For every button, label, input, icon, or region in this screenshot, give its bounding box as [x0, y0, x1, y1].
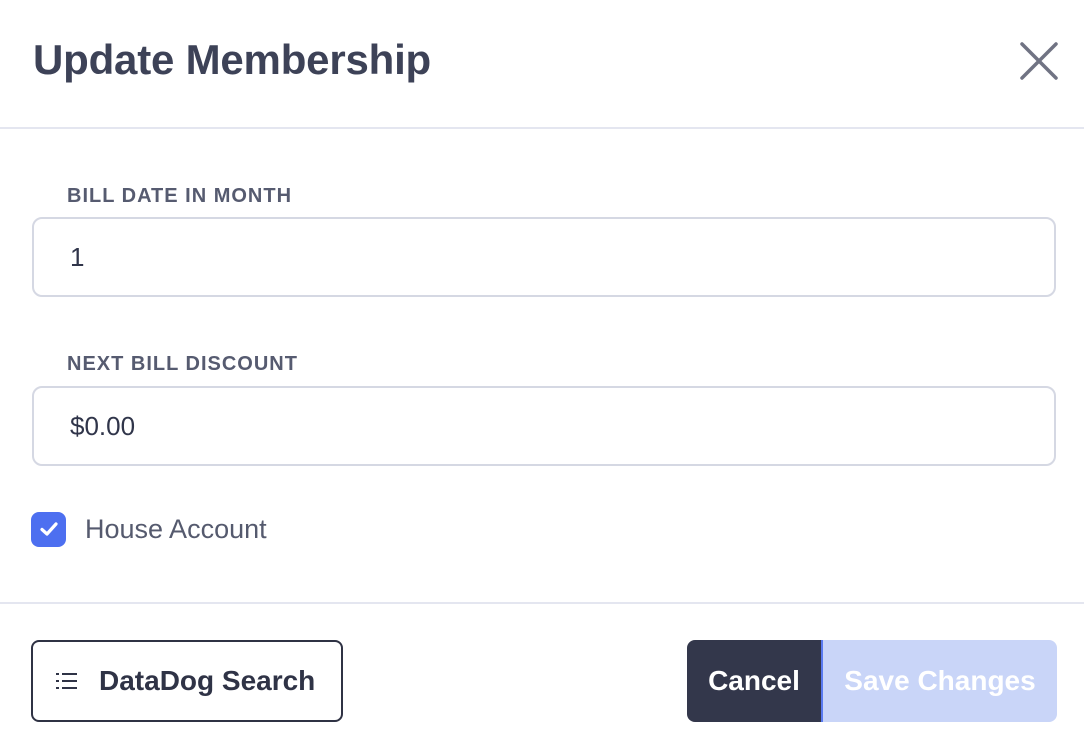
dialog-footer: DataDog Search Cancel Save Changes [0, 602, 1084, 754]
action-button-group: Cancel Save Changes [687, 640, 1057, 722]
close-icon [1020, 42, 1058, 80]
dialog-title: Update Membership [33, 36, 431, 83]
next-bill-discount-label: NEXT BILL DISCOUNT [67, 353, 298, 375]
datadog-search-label: DataDog Search [99, 665, 316, 696]
close-button[interactable] [1016, 38, 1062, 84]
house-account-label: House Account [85, 513, 267, 544]
house-account-toggle[interactable]: House Account [31, 511, 267, 547]
cancel-button[interactable]: Cancel [687, 640, 821, 722]
update-membership-dialog: Update Membership BILL DATE IN MONTH NEX… [0, 0, 1084, 754]
dialog-body: BILL DATE IN MONTH NEXT BILL DISCOUNT Ho… [0, 129, 1084, 603]
dialog-header: Update Membership [0, 0, 1084, 129]
save-changes-button[interactable]: Save Changes [821, 640, 1057, 722]
bill-date-label: BILL DATE IN MONTH [67, 185, 293, 207]
list-icon [56, 673, 77, 689]
next-bill-discount-input[interactable] [32, 386, 1056, 466]
house-account-checkbox[interactable] [31, 511, 66, 547]
checkmark-icon [39, 522, 58, 536]
datadog-search-button[interactable]: DataDog Search [31, 640, 343, 722]
bill-date-input[interactable] [32, 217, 1056, 297]
